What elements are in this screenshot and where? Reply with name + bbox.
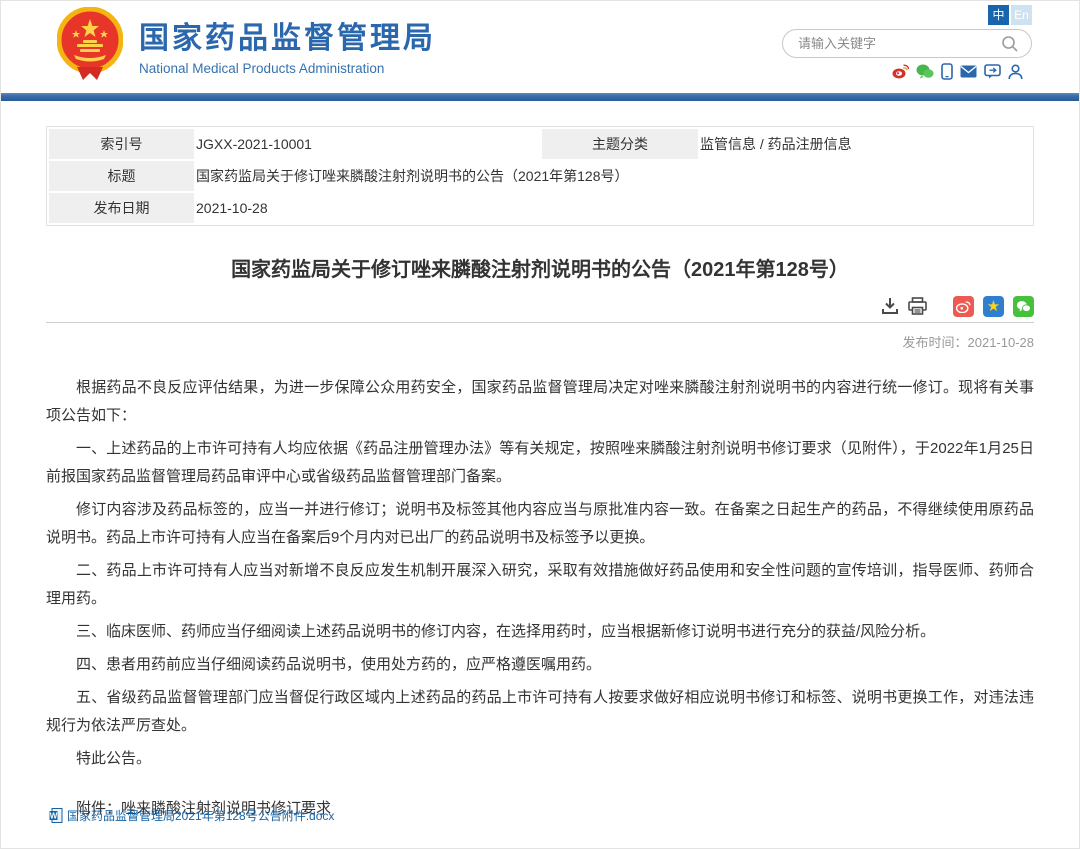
- message-icon[interactable]: [984, 64, 1001, 79]
- category-label: 主题分类: [541, 128, 699, 160]
- date-value: 2021-10-28: [195, 192, 1032, 224]
- wechat-icon[interactable]: [916, 64, 934, 79]
- paragraph: 四、患者用药前应当仔细阅读药品说明书，使用处方药的，应严格遵医嘱用药。: [46, 651, 1034, 679]
- title-value: 国家药监局关于修订唑来膦酸注射剂说明书的公告（2021年第128号）: [195, 160, 1032, 192]
- meta-row-index-category: 索引号 JGXX-2021-10001 主题分类 监管信息 / 药品注册信息: [48, 128, 1032, 160]
- mobile-icon[interactable]: [941, 63, 953, 80]
- search-input[interactable]: [783, 36, 997, 51]
- social-icon-row: [892, 63, 1023, 80]
- share-weibo-icon[interactable]: [953, 296, 974, 317]
- page: 国家药品监督管理局 National Medical Products Admi…: [0, 0, 1080, 849]
- paragraph: 特此公告。: [46, 745, 1034, 773]
- index-label: 索引号: [48, 128, 195, 160]
- search-icon[interactable]: [997, 34, 1023, 54]
- svg-text:W: W: [50, 812, 58, 821]
- national-emblem-logo: [57, 7, 123, 81]
- meta-row-date: 发布日期 2021-10-28: [48, 192, 1032, 224]
- publish-time: 发布时间：2021-10-28: [46, 332, 1034, 351]
- attachment-download-link[interactable]: W 国家药品监督管理局2021年第128号公告附件.docx: [49, 807, 334, 824]
- title-label: 标题: [48, 160, 195, 192]
- language-toggle: 中 En: [988, 5, 1032, 25]
- page-title: 国家药监局关于修订唑来膦酸注射剂说明书的公告（2021年第128号）: [46, 253, 1034, 282]
- document-meta-table: 索引号 JGXX-2021-10001 主题分类 监管信息 / 药品注册信息 标…: [46, 126, 1034, 226]
- attachment-file-name: 国家药品监督管理局2021年第128号公告附件.docx: [67, 807, 334, 824]
- paragraph: 三、临床医师、药师应当仔细阅读上述药品说明书的修订内容，在选择用药时，应当根据新…: [46, 618, 1034, 646]
- paragraph: 根据药品不良反应评估结果，为进一步保障公众用药安全，国家药品监督管理局决定对唑来…: [46, 374, 1034, 430]
- download-icon[interactable]: [881, 297, 899, 315]
- date-label: 发布日期: [48, 192, 195, 224]
- share-wechat-icon[interactable]: [1013, 296, 1034, 317]
- lang-english-button[interactable]: En: [1011, 5, 1032, 25]
- brand-text: 国家药品监督管理局 National Medical Products Admi…: [139, 13, 436, 76]
- paragraph: 一、上述药品的上市许可持有人均应依据《药品注册管理办法》等有关规定，按照唑来膦酸…: [46, 435, 1034, 491]
- word-doc-icon: W: [49, 808, 63, 823]
- lang-chinese-button[interactable]: 中: [988, 5, 1009, 25]
- article-body: 根据药品不良反应评估结果，为进一步保障公众用药安全，国家药品监督管理局决定对唑来…: [46, 374, 1034, 773]
- main-content: 索引号 JGXX-2021-10001 主题分类 监管信息 / 药品注册信息 标…: [46, 126, 1034, 849]
- site-title: 国家药品监督管理局: [139, 13, 436, 57]
- paragraph: 修订内容涉及药品标签的，应当一并进行修订；说明书及标签其他内容应当与原批准内容一…: [46, 496, 1034, 552]
- site-subtitle: National Medical Products Administration: [139, 61, 436, 76]
- index-value: JGXX-2021-10001: [195, 128, 541, 160]
- brand: 国家药品监督管理局 National Medical Products Admi…: [57, 7, 436, 81]
- search-box: [782, 29, 1032, 58]
- mail-icon[interactable]: [960, 65, 977, 78]
- share-qzone-icon[interactable]: ★: [983, 296, 1004, 317]
- weibo-icon[interactable]: [892, 64, 909, 79]
- site-header: 国家药品监督管理局 National Medical Products Admi…: [1, 1, 1079, 93]
- user-icon[interactable]: [1008, 64, 1023, 80]
- article-toolbar: ★: [46, 295, 1034, 317]
- title-divider: [46, 322, 1034, 323]
- paragraph: 二、药品上市许可持有人应当对新增不良反应发生机制开展深入研究，采取有效措施做好药…: [46, 557, 1034, 613]
- header-divider-bar: [1, 93, 1079, 101]
- print-icon[interactable]: [908, 297, 927, 315]
- paragraph: 五、省级药品监督管理部门应当督促行政区域内上述药品的药品上市许可持有人按要求做好…: [46, 684, 1034, 740]
- category-value: 监管信息 / 药品注册信息: [699, 128, 1032, 160]
- meta-row-title: 标题 国家药监局关于修订唑来膦酸注射剂说明书的公告（2021年第128号）: [48, 160, 1032, 192]
